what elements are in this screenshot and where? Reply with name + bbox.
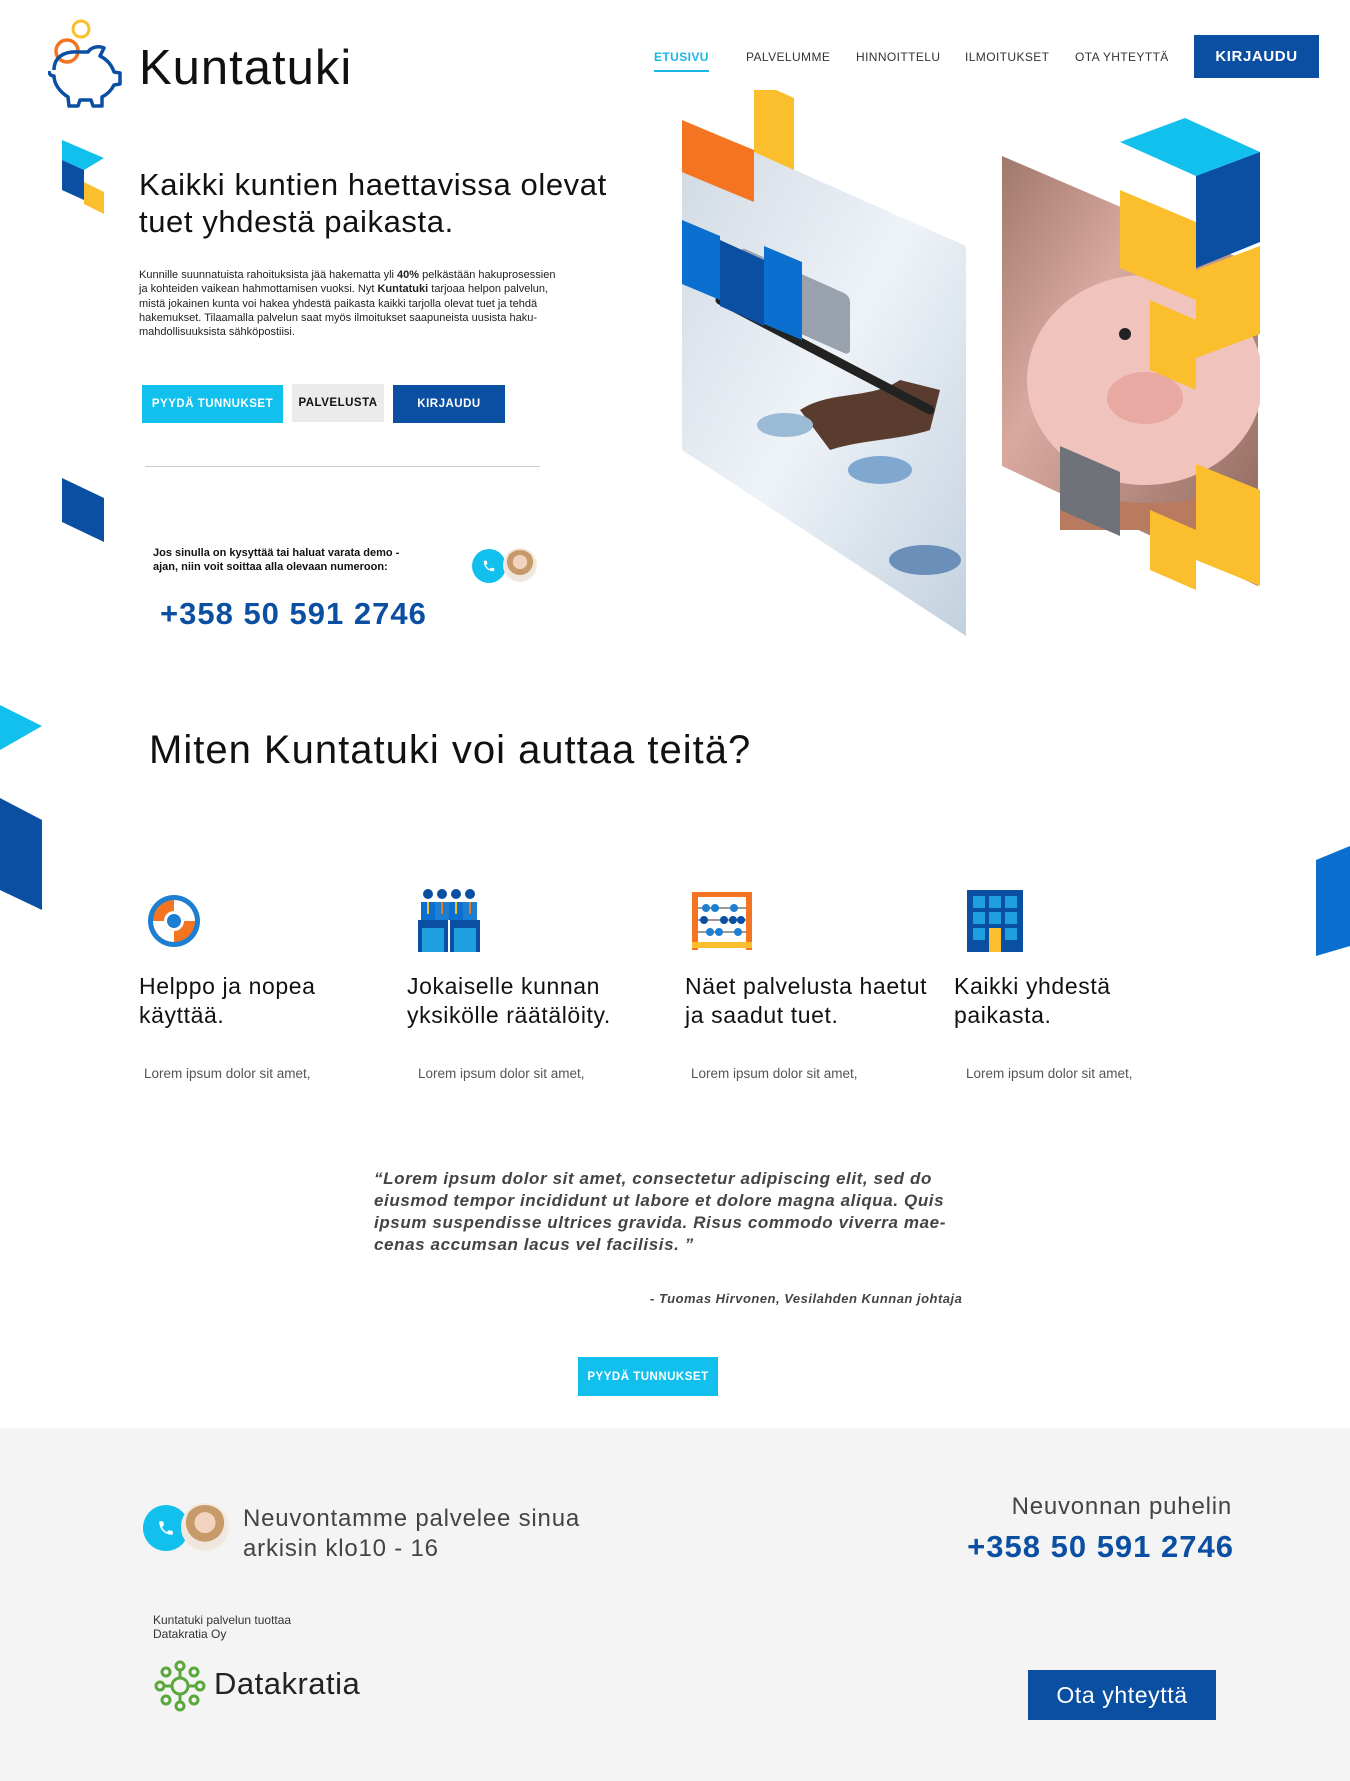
nav-active-indicator (654, 70, 709, 72)
feature-title-4: Kaikki yhdestä paikasta. (954, 973, 1111, 1028)
phone-icon[interactable] (472, 549, 506, 583)
request-credentials-button[interactable]: PYYDÄ TUNNUKSET (142, 385, 283, 423)
nav-etusivu[interactable]: ETUSIVU (654, 50, 709, 64)
header-login-button[interactable]: KIRJAUDU (1194, 35, 1319, 78)
demo-call-text: Jos sinulla on kysyttää tai haluat varat… (153, 547, 400, 573)
nav-palvelumme[interactable]: PALVELUMME (746, 50, 830, 64)
feature-title-1: Helppo ja nopea käyttää. (139, 973, 316, 1028)
nav-ota-yhteytta[interactable]: OTA YHTEYTTÄ (1075, 50, 1169, 64)
feature-title-3: Näet palvelusta haetut ja saadut tuet. (685, 973, 928, 1028)
footer-phone-label: Neuvonnan puhelin (1011, 1493, 1232, 1520)
hero-description: Kunnille suunnatuista rahoituksista jää … (139, 269, 556, 339)
hero-desc-brand: Kuntatuki (377, 283, 429, 296)
nav-hinnoittelu[interactable]: HINNOITTELU (856, 50, 940, 64)
building-icon (967, 890, 1023, 952)
testimonial-quote: “Lorem ipsum dolor sit amet, consectetur… (374, 1169, 946, 1254)
decorative-shape-right (1316, 846, 1350, 956)
hero-login-button[interactable]: KIRJAUDU (393, 385, 505, 423)
hero-title: Kaikki kuntien haettavissa olevat tuet y… (139, 167, 607, 239)
feature-text-2: Lorem ipsum dolor sit amet, (418, 1066, 585, 1081)
footer (0, 1428, 1350, 1781)
nav-ilmoitukset[interactable]: ILMOITUKSET (965, 50, 1049, 64)
brand-name[interactable]: Kuntatuki (139, 40, 352, 96)
feature-text-3: Lorem ipsum dolor sit amet, (691, 1066, 858, 1081)
feature-text-1: Lorem ipsum dolor sit amet, (144, 1066, 311, 1081)
abacus-icon (692, 892, 752, 950)
datakratia-logo-icon[interactable] (154, 1660, 206, 1712)
lifebuoy-icon (148, 895, 200, 947)
hero-collage-image (682, 90, 1260, 636)
hero-phone-number[interactable]: +358 50 591 2746 (160, 596, 427, 632)
footer-advisor-avatar (181, 1503, 229, 1551)
service-button[interactable]: PALVELUSTA (292, 384, 384, 422)
section-title-help: Miten Kuntatuki voi auttaa teitä? (149, 728, 752, 772)
hero-divider (145, 466, 540, 467)
contact-button[interactable]: Ota yhteyttä (1028, 1670, 1216, 1720)
hero-desc-highlight: 40% (397, 269, 420, 281)
footer-service-hours: Neuvontamme palvelee sinua arkisin klo10… (243, 1505, 580, 1562)
piggy-logo-icon[interactable] (48, 18, 122, 110)
footer-phone-number[interactable]: +358 50 591 2746 (930, 1529, 1234, 1565)
testimonial-author: - Tuomas Hirvonen, Vesilahden Kunnan joh… (650, 1291, 963, 1306)
feature-text-4: Lorem ipsum dolor sit amet, (966, 1066, 1133, 1081)
advisor-avatar (503, 548, 537, 582)
datakratia-company-name[interactable]: Datakratia (214, 1666, 360, 1702)
decorative-shapes-left (0, 140, 104, 910)
people-icon (418, 889, 480, 952)
cta-request-credentials-button[interactable]: PYYDÄ TUNNUKSET (578, 1357, 718, 1396)
feature-title-2: Jokaiselle kunnan yksikölle räätälöity. (407, 973, 611, 1028)
footer-producer-text: Kuntatuki palvelun tuottaa Datakratia Oy (153, 1613, 292, 1641)
